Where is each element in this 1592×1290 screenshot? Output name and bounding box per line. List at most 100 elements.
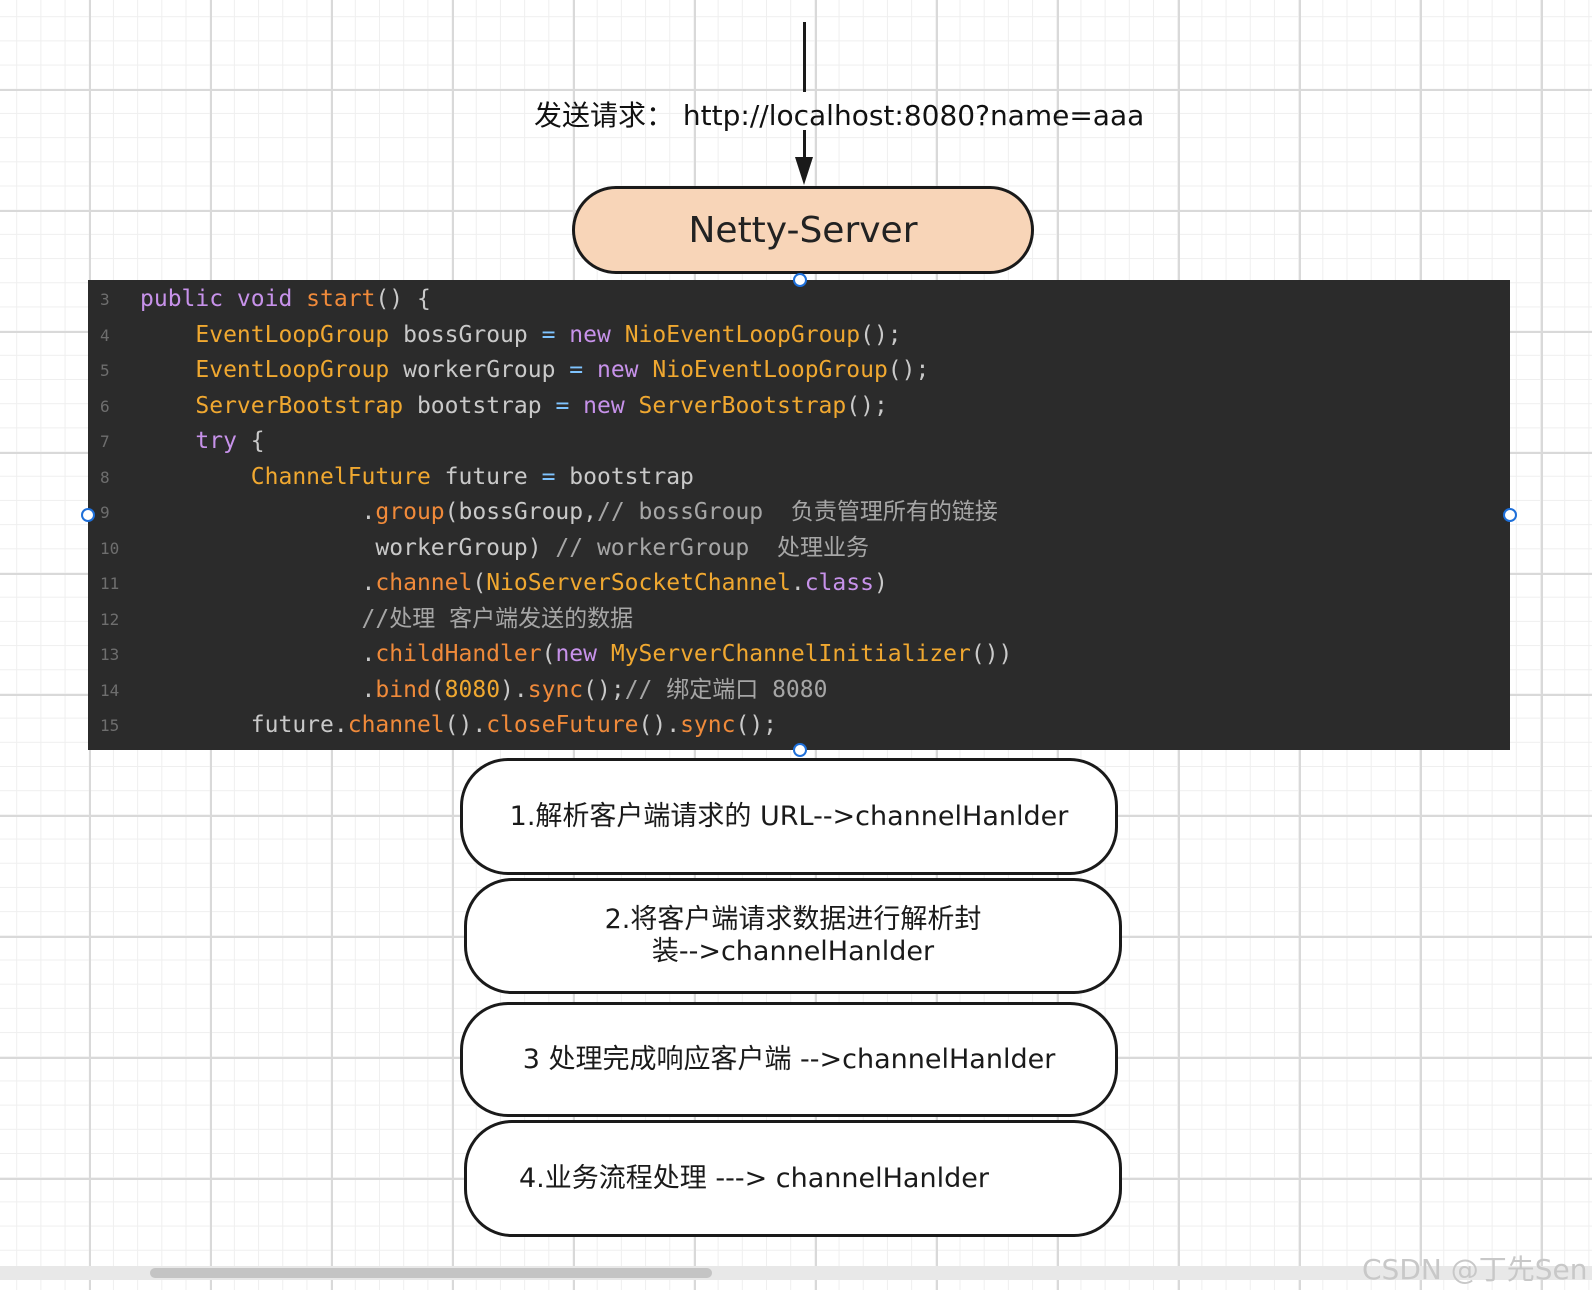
- code-token: new: [555, 321, 625, 348]
- code-line: 11 .channel(NioServerSocketChannel.class…: [88, 566, 1510, 601]
- code-text: public void start() {: [140, 282, 431, 317]
- line-number: 14: [100, 680, 120, 700]
- code-token: bossGroup: [389, 321, 542, 348]
- step-3-node[interactable]: 3 处理完成响应客户端 -->channelHanlder: [460, 1002, 1118, 1117]
- code-token: {: [236, 428, 265, 454]
- code-token: ()): [970, 641, 1013, 667]
- code-token: public void: [140, 286, 307, 312]
- code-token: EventLoopGroup: [195, 357, 390, 383]
- code-token: childHandler: [375, 641, 542, 667]
- code-token: 8080: [444, 676, 501, 703]
- code-text: workerGroup) // workerGroup 处理业务: [140, 531, 869, 566]
- selection-handle-right[interactable]: [1503, 508, 1517, 522]
- code-token: // workerGroup 处理业务: [555, 534, 869, 561]
- code-token: ();: [846, 392, 888, 419]
- code-token: new: [569, 392, 639, 419]
- code-token: ();: [583, 676, 625, 703]
- selection-handle-top[interactable]: [793, 273, 807, 287]
- step-1-label: 1.解析客户端请求的 URL-->channelHanlder: [509, 800, 1069, 832]
- code-line: 13 .childHandler(new MyServerChannelInit…: [88, 637, 1510, 672]
- step-2-node[interactable]: 2.将客户端请求数据进行解析封装-->channelHanlder: [464, 878, 1122, 994]
- code-token: channel: [375, 570, 473, 596]
- code-token: =: [555, 392, 570, 419]
- request-prefix: 发送请求：: [534, 99, 675, 132]
- code-token: NioServerSocketChannel: [486, 570, 791, 596]
- request-url: http://localhost:8080?name=aaa: [682, 99, 1145, 132]
- code-token: .: [140, 570, 376, 596]
- code-text: future.channel().closeFuture().sync();: [140, 708, 777, 743]
- code-token: MyServerChannelInitializer: [596, 641, 971, 667]
- code-token: .: [140, 676, 376, 703]
- code-token: class: [804, 570, 874, 596]
- line-number: 4: [100, 325, 110, 345]
- code-token: ).: [500, 676, 528, 703]
- code-text: try {: [140, 424, 265, 459]
- request-label: 发送请求： http://localhost:8080?name=aaa: [534, 94, 1144, 134]
- line-number: 12: [100, 609, 120, 629]
- scrollbar-thumb[interactable]: [150, 1268, 712, 1278]
- code-line: 7 try {: [88, 424, 1510, 459]
- line-number: 5: [100, 361, 110, 380]
- code-token: // bossGroup 负责管理所有的链接: [596, 499, 998, 525]
- code-line: 14 .bind(8080).sync();// 绑定端口 8080: [88, 673, 1510, 708]
- netty-server-node[interactable]: Netty-Server: [572, 186, 1034, 274]
- code-token: future: [430, 463, 542, 490]
- code-token: workerGroup): [140, 534, 556, 561]
- line-number: 11: [100, 574, 120, 593]
- code-token: NioEventLoopGroup: [652, 357, 888, 383]
- arrowhead-icon: [795, 157, 813, 185]
- code-token: sync: [527, 676, 584, 703]
- netty-server-label: Netty-Server: [688, 209, 918, 251]
- code-text: .group(bossGroup,// bossGroup 负责管理所有的链接: [140, 495, 998, 530]
- line-number: 10: [100, 538, 120, 558]
- code-token: (bossGroup,: [444, 499, 597, 525]
- code-line: 15 future.channel().closeFuture().sync()…: [88, 708, 1510, 743]
- code-token: ();: [735, 712, 778, 738]
- step-1-node[interactable]: 1.解析客户端请求的 URL-->channelHanlder: [460, 758, 1118, 875]
- line-number: 3: [100, 290, 110, 309]
- step-2-label: 2.将客户端请求数据进行解析封装-->channelHanlder: [604, 904, 982, 967]
- code-token: future.: [140, 712, 348, 738]
- code-token: channel: [347, 712, 445, 738]
- code-token: (: [541, 641, 556, 667]
- arrow-line-top: [803, 22, 806, 92]
- code-panel[interactable]: 3 public void start() {4 EventLoopGroup b…: [88, 280, 1510, 750]
- code-token: ().: [638, 712, 681, 738]
- code-line: 12 //处理 客户端发送的数据: [88, 602, 1510, 637]
- code-line: 8 ChannelFuture future = bootstrap: [88, 460, 1510, 495]
- code-token: NioEventLoopGroup: [624, 321, 861, 348]
- code-token: ServerBootstrap: [195, 392, 404, 419]
- code-token: ChannelFuture: [250, 463, 431, 490]
- code-token: try: [195, 428, 237, 454]
- code-token: (: [430, 676, 445, 703]
- line-number: 13: [100, 645, 120, 664]
- code-token: new: [555, 641, 597, 667]
- line-number: 15: [100, 716, 120, 735]
- code-text: EventLoopGroup bossGroup = new NioEventL…: [140, 318, 902, 353]
- code-text: .channel(NioServerSocketChannel.class): [140, 566, 888, 601]
- code-line: 4 EventLoopGroup bossGroup = new NioEven…: [88, 318, 1510, 353]
- code-token: =: [541, 321, 556, 348]
- code-line: 9 .group(bossGroup,// bossGroup 负责管理所有的链…: [88, 495, 1510, 530]
- code-token: .: [790, 570, 805, 596]
- line-number: 7: [100, 432, 110, 451]
- code-token: new: [583, 357, 653, 383]
- code-token: ();: [860, 321, 902, 348]
- code-line: 10 workerGroup) // workerGroup 处理业务: [88, 531, 1510, 566]
- step-4-node[interactable]: 4.业务流程处理 ---> channelHanlder: [464, 1120, 1122, 1237]
- code-token: bootstrap: [555, 463, 694, 490]
- step-3-label: 3 处理完成响应客户端 -->channelHanlder: [522, 1043, 1056, 1075]
- selection-handle-left[interactable]: [81, 508, 95, 522]
- selection-handle-bottom[interactable]: [793, 743, 807, 757]
- line-number: 8: [100, 467, 110, 487]
- code-text: .bind(8080).sync();// 绑定端口 8080: [140, 673, 828, 708]
- code-token: =: [541, 463, 556, 490]
- code-token: ServerBootstrap: [638, 392, 847, 419]
- code-token: ): [873, 570, 888, 596]
- code-token: sync: [680, 712, 736, 738]
- code-token: .: [140, 499, 376, 525]
